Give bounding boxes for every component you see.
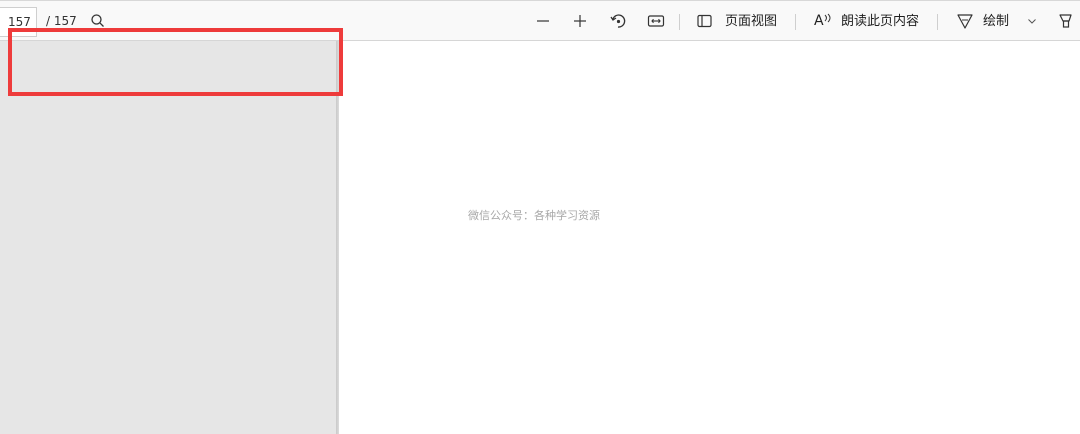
draw-icon[interactable] [953, 9, 977, 33]
page-view-button[interactable]: 页面视图 [725, 1, 777, 42]
page-view-icon[interactable] [693, 9, 717, 33]
minus-icon[interactable] [531, 9, 555, 33]
watermark-text: 微信公众号：各种学习资源 [468, 209, 600, 222]
sidebar-divider [336, 41, 339, 434]
chevron-down-icon[interactable] [1020, 9, 1044, 33]
toolbar-divider [795, 14, 796, 30]
toolbar-divider [937, 14, 938, 30]
rotate-icon[interactable] [606, 9, 630, 33]
draw-button[interactable]: 绘制 [983, 1, 1009, 42]
highlighter-icon[interactable] [1054, 9, 1078, 33]
read-aloud-icon[interactable]: A [814, 1, 832, 42]
thumbnail-sidebar [0, 41, 336, 434]
red-highlight-annotation [8, 28, 343, 96]
fit-width-icon[interactable] [644, 9, 668, 33]
read-aloud-button[interactable]: 朗读此页内容 [841, 1, 919, 42]
plus-icon[interactable] [568, 9, 592, 33]
toolbar-divider [679, 14, 680, 30]
